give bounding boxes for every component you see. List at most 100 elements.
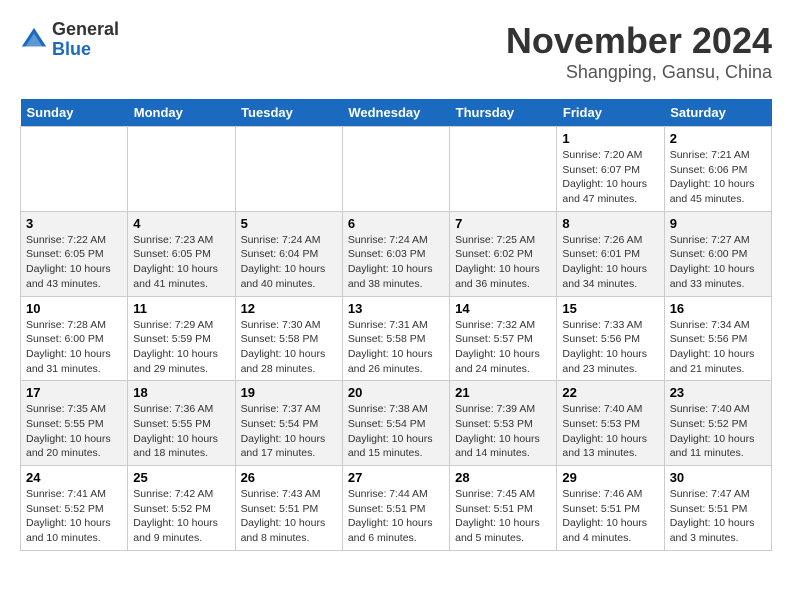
weekday-header-row: SundayMondayTuesdayWednesdayThursdayFrid…	[21, 99, 772, 127]
day-cell: 23Sunrise: 7:40 AM Sunset: 5:52 PM Dayli…	[664, 381, 771, 466]
day-cell: 16Sunrise: 7:34 AM Sunset: 5:56 PM Dayli…	[664, 296, 771, 381]
day-info: Sunrise: 7:42 AM Sunset: 5:52 PM Dayligh…	[133, 487, 229, 546]
day-cell: 25 Sunrise: 7:42 AM Sunset: 5:52 PM Dayli…	[128, 466, 235, 551]
day-cell: 6Sunrise: 7:24 AM Sunset: 6:03 PM Daylig…	[342, 211, 449, 296]
day-info: Sunrise: 7:46 AM Sunset: 5:51 PM Dayligh…	[562, 487, 658, 546]
calendar-body: 1Sunrise: 7:20 AM Sunset: 6:07 PM Daylig…	[21, 127, 772, 551]
weekday-header-tuesday: Tuesday	[235, 99, 342, 127]
day-info: Sunrise: 7:40 AM Sunset: 5:52 PM Dayligh…	[670, 402, 766, 461]
day-number: 28	[455, 470, 551, 485]
day-info: Sunrise: 7:27 AM Sunset: 6:00 PM Dayligh…	[670, 233, 766, 292]
day-number: 2	[670, 131, 766, 146]
day-cell: 7 Sunrise: 7:25 AM Sunset: 6:02 PM Daylig…	[450, 211, 557, 296]
day-info: Sunrise: 7:23 AM Sunset: 6:05 PM Dayligh…	[133, 233, 229, 292]
day-info: Sunrise: 7:31 AM Sunset: 5:58 PM Dayligh…	[348, 318, 444, 377]
page-header: General Blue November 2024 Shangping, Ga…	[20, 20, 772, 83]
day-number: 10	[26, 301, 122, 316]
day-info: Sunrise: 7:41 AM Sunset: 5:52 PM Dayligh…	[26, 487, 122, 546]
week-row-1: 1Sunrise: 7:20 AM Sunset: 6:07 PM Daylig…	[21, 127, 772, 212]
weekday-header-saturday: Saturday	[664, 99, 771, 127]
day-cell: 30 Sunrise: 7:47 AM Sunset: 5:51 PM Dayli…	[664, 466, 771, 551]
day-number: 18	[133, 385, 229, 400]
day-number: 24	[26, 470, 122, 485]
day-info: Sunrise: 7:34 AM Sunset: 5:56 PM Dayligh…	[670, 318, 766, 377]
day-number: 4	[133, 216, 229, 231]
day-number: 12	[241, 301, 337, 316]
day-info: Sunrise: 7:30 AM Sunset: 5:58 PM Dayligh…	[241, 318, 337, 377]
logo-icon	[20, 26, 48, 54]
day-cell: 13 Sunrise: 7:31 AM Sunset: 5:58 PM Dayli…	[342, 296, 449, 381]
day-info: Sunrise: 7:44 AM Sunset: 5:51 PM Dayligh…	[348, 487, 444, 546]
week-row-2: 3 Sunrise: 7:22 AM Sunset: 6:05 PM Daylig…	[21, 211, 772, 296]
day-number: 20	[348, 385, 444, 400]
title-block: November 2024 Shangping, Gansu, China	[506, 20, 772, 83]
day-cell: 21Sunrise: 7:39 AM Sunset: 5:53 PM Dayli…	[450, 381, 557, 466]
weekday-header-thursday: Thursday	[450, 99, 557, 127]
day-cell	[235, 127, 342, 212]
day-number: 30	[670, 470, 766, 485]
day-number: 14	[455, 301, 551, 316]
calendar-table: SundayMondayTuesdayWednesdayThursdayFrid…	[20, 99, 772, 551]
week-row-5: 24 Sunrise: 7:41 AM Sunset: 5:52 PM Dayli…	[21, 466, 772, 551]
day-cell: 3 Sunrise: 7:22 AM Sunset: 6:05 PM Daylig…	[21, 211, 128, 296]
day-info: Sunrise: 7:36 AM Sunset: 5:55 PM Dayligh…	[133, 402, 229, 461]
day-number: 27	[348, 470, 444, 485]
week-row-4: 17 Sunrise: 7:35 AM Sunset: 5:55 PM Dayli…	[21, 381, 772, 466]
day-cell: 17 Sunrise: 7:35 AM Sunset: 5:55 PM Dayli…	[21, 381, 128, 466]
day-cell: 26Sunrise: 7:43 AM Sunset: 5:51 PM Dayli…	[235, 466, 342, 551]
day-cell: 14 Sunrise: 7:32 AM Sunset: 5:57 PM Dayli…	[450, 296, 557, 381]
day-cell: 29 Sunrise: 7:46 AM Sunset: 5:51 PM Dayli…	[557, 466, 664, 551]
day-cell	[21, 127, 128, 212]
day-number: 21	[455, 385, 551, 400]
day-info: Sunrise: 7:25 AM Sunset: 6:02 PM Dayligh…	[455, 233, 551, 292]
day-cell: 24 Sunrise: 7:41 AM Sunset: 5:52 PM Dayli…	[21, 466, 128, 551]
day-number: 5	[241, 216, 337, 231]
day-cell: 4 Sunrise: 7:23 AM Sunset: 6:05 PM Daylig…	[128, 211, 235, 296]
day-info: Sunrise: 7:35 AM Sunset: 5:55 PM Dayligh…	[26, 402, 122, 461]
day-info: Sunrise: 7:28 AM Sunset: 6:00 PM Dayligh…	[26, 318, 122, 377]
day-number: 25	[133, 470, 229, 485]
logo: General Blue	[20, 20, 119, 60]
day-number: 3	[26, 216, 122, 231]
week-row-3: 10 Sunrise: 7:28 AM Sunset: 6:00 PM Dayli…	[21, 296, 772, 381]
day-info: Sunrise: 7:43 AM Sunset: 5:51 PM Dayligh…	[241, 487, 337, 546]
day-cell: 9 Sunrise: 7:27 AM Sunset: 6:00 PM Daylig…	[664, 211, 771, 296]
weekday-header-monday: Monday	[128, 99, 235, 127]
day-info: Sunrise: 7:45 AM Sunset: 5:51 PM Dayligh…	[455, 487, 551, 546]
day-cell	[342, 127, 449, 212]
day-info: Sunrise: 7:22 AM Sunset: 6:05 PM Dayligh…	[26, 233, 122, 292]
day-info: Sunrise: 7:29 AM Sunset: 5:59 PM Dayligh…	[133, 318, 229, 377]
day-cell: 8 Sunrise: 7:26 AM Sunset: 6:01 PM Daylig…	[557, 211, 664, 296]
day-number: 9	[670, 216, 766, 231]
day-info: Sunrise: 7:40 AM Sunset: 5:53 PM Dayligh…	[562, 402, 658, 461]
day-number: 11	[133, 301, 229, 316]
day-info: Sunrise: 7:37 AM Sunset: 5:54 PM Dayligh…	[241, 402, 337, 461]
day-cell: 10 Sunrise: 7:28 AM Sunset: 6:00 PM Dayli…	[21, 296, 128, 381]
day-number: 19	[241, 385, 337, 400]
day-number: 7	[455, 216, 551, 231]
calendar-header: SundayMondayTuesdayWednesdayThursdayFrid…	[21, 99, 772, 127]
day-number: 29	[562, 470, 658, 485]
month-title: November 2024	[506, 20, 772, 62]
day-cell: 22Sunrise: 7:40 AM Sunset: 5:53 PM Dayli…	[557, 381, 664, 466]
day-info: Sunrise: 7:32 AM Sunset: 5:57 PM Dayligh…	[455, 318, 551, 377]
day-info: Sunrise: 7:38 AM Sunset: 5:54 PM Dayligh…	[348, 402, 444, 461]
day-number: 1	[562, 131, 658, 146]
day-cell: 12 Sunrise: 7:30 AM Sunset: 5:58 PM Dayli…	[235, 296, 342, 381]
day-cell: 11 Sunrise: 7:29 AM Sunset: 5:59 PM Dayli…	[128, 296, 235, 381]
weekday-header-friday: Friday	[557, 99, 664, 127]
day-number: 17	[26, 385, 122, 400]
day-number: 8	[562, 216, 658, 231]
day-cell: 18 Sunrise: 7:36 AM Sunset: 5:55 PM Dayli…	[128, 381, 235, 466]
day-info: Sunrise: 7:47 AM Sunset: 5:51 PM Dayligh…	[670, 487, 766, 546]
weekday-header-wednesday: Wednesday	[342, 99, 449, 127]
day-cell: 27 Sunrise: 7:44 AM Sunset: 5:51 PM Dayli…	[342, 466, 449, 551]
day-info: Sunrise: 7:24 AM Sunset: 6:04 PM Dayligh…	[241, 233, 337, 292]
location: Shangping, Gansu, China	[506, 62, 772, 83]
day-cell: 2Sunrise: 7:21 AM Sunset: 6:06 PM Daylig…	[664, 127, 771, 212]
day-info: Sunrise: 7:24 AM Sunset: 6:03 PM Dayligh…	[348, 233, 444, 292]
day-cell: 1Sunrise: 7:20 AM Sunset: 6:07 PM Daylig…	[557, 127, 664, 212]
day-info: Sunrise: 7:26 AM Sunset: 6:01 PM Dayligh…	[562, 233, 658, 292]
day-number: 13	[348, 301, 444, 316]
logo-text: General Blue	[52, 20, 119, 60]
